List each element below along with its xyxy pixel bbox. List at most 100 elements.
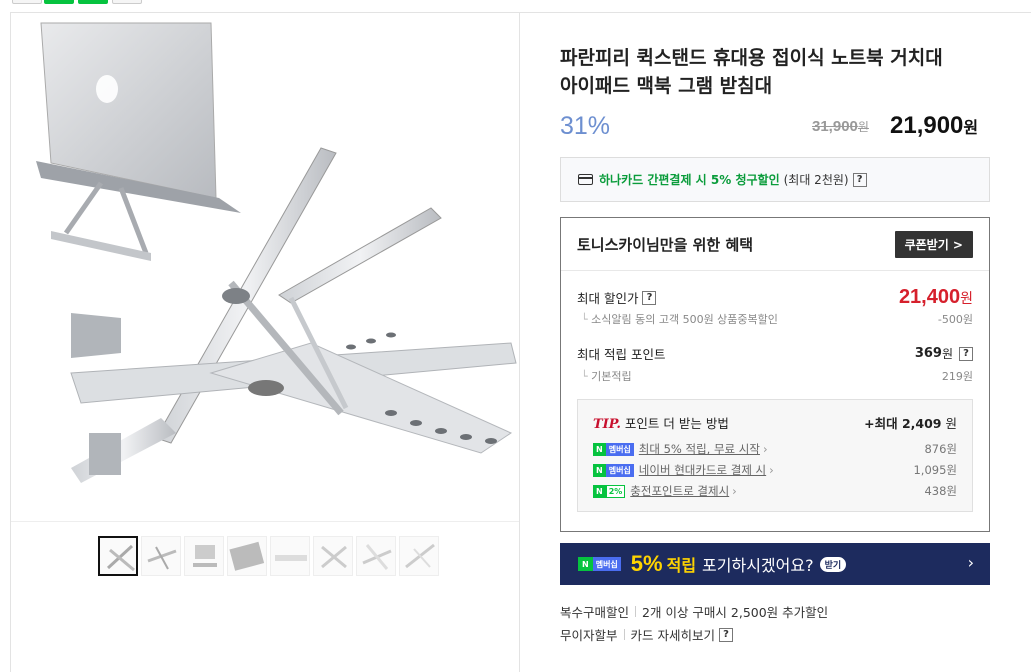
tip-row[interactable]: N 멤버십 네이버 현대카드로 결제 시 › 1,095원 bbox=[593, 462, 957, 478]
card-promo-note: (최대 2천원) bbox=[783, 173, 849, 187]
coupon-button[interactable]: 쿠폰받기 > bbox=[894, 230, 973, 258]
benefit-heading: 토니스카이님만을 위한 혜택 bbox=[577, 235, 754, 254]
chevron-right-icon: › bbox=[967, 553, 974, 572]
tip-max-value: 2,409 bbox=[901, 416, 942, 431]
sale-price-unit: 원 bbox=[963, 120, 979, 137]
benefit-header: 토니스카이님만을 위한 혜택 쿠폰받기 > bbox=[561, 218, 989, 271]
bulk-discount-row: 복수구매할인 2개 이상 구매시 2,500원 추가할인 bbox=[560, 602, 828, 621]
installment-help-icon[interactable]: ? bbox=[719, 627, 733, 642]
original-price-value: 31,900 bbox=[812, 118, 858, 135]
max-price: 21,400원 bbox=[899, 286, 973, 309]
separator bbox=[623, 629, 625, 640]
badge-n: N bbox=[593, 463, 606, 477]
points-row: 최대 적립 포인트 369 원 ? bbox=[577, 344, 973, 363]
tip-row-text[interactable]: 최대 5% 적립, 무료 시작 bbox=[639, 441, 760, 457]
tip-heading: TIP. 포인트 더 받는 방법 bbox=[593, 413, 729, 432]
separator bbox=[635, 606, 637, 617]
thumbnail-6[interactable] bbox=[313, 536, 353, 576]
points: 369 원 ? bbox=[915, 345, 973, 362]
badge-membership: 멤버십 bbox=[605, 463, 634, 477]
banner-get-pill: 받기 bbox=[819, 556, 847, 572]
max-price-sub-label: 소식알림 동의 고객 500원 상품중복할인 bbox=[581, 311, 778, 327]
points-sub-value: 219원 bbox=[941, 370, 973, 383]
banner-percent: 5% bbox=[630, 551, 663, 576]
benefit-box: 토니스카이님만을 위한 혜택 쿠폰받기 > 최대 할인가 ? 21,400원 소… bbox=[560, 217, 990, 532]
chevron-right-icon: › bbox=[732, 484, 737, 498]
original-price-unit: 원 bbox=[857, 120, 869, 134]
original-price: 31,900원 bbox=[812, 118, 869, 135]
tip-row-value: 876원 bbox=[924, 442, 957, 456]
banner-accrual: 적립 bbox=[666, 556, 697, 575]
max-price-sub-row: 소식알림 동의 고객 500원 상품중복할인 -500원 bbox=[581, 311, 973, 327]
tip-box: TIP. 포인트 더 받는 방법 +최대 2,409 원 N 멤버십 최대 5% 적… bbox=[577, 399, 973, 512]
panel-divider bbox=[519, 12, 520, 672]
badge-membership: 멤버십 bbox=[592, 557, 621, 571]
max-price-unit: 원 bbox=[960, 290, 973, 306]
card-promo-box: 하나카드 간편결제 시 5% 청구할인 (최대 2천원) ? bbox=[560, 157, 990, 202]
installment-row: 무이자할부 카드 자세히보기 ? bbox=[560, 625, 733, 644]
naver-membership-badge: N 멤버십 bbox=[593, 463, 634, 477]
thumbnail-5[interactable] bbox=[270, 536, 310, 576]
card-details-link[interactable]: 카드 자세히보기 bbox=[631, 625, 715, 644]
naver-membership-badge: N 멤버십 bbox=[578, 557, 621, 571]
thumbs-divider bbox=[11, 521, 519, 522]
badge-n: N bbox=[578, 557, 593, 571]
chevron-right-icon: › bbox=[769, 463, 774, 477]
discount-rate: 31% bbox=[560, 112, 611, 140]
top-thumbnail-strip bbox=[0, 0, 1031, 8]
membership-banner[interactable]: N 멤버십 5% 적립 포기하시겠어요? 받기 › bbox=[560, 543, 990, 585]
main-product-image[interactable] bbox=[11, 13, 519, 521]
badge-n: N bbox=[593, 442, 606, 456]
top-tab[interactable] bbox=[112, 0, 142, 4]
top-tab[interactable] bbox=[44, 0, 74, 4]
banner-question: 포기하시겠어요? bbox=[702, 556, 814, 575]
points-help-icon[interactable]: ? bbox=[959, 346, 973, 361]
card-promo-text: 하나카드 간편결제 시 5% 청구할인 bbox=[599, 173, 780, 187]
tip-row-left: N 멤버십 네이버 현대카드로 결제 시 › bbox=[593, 462, 774, 478]
badge-n: N bbox=[593, 484, 606, 498]
max-price-sub-value: -500원 bbox=[937, 313, 973, 326]
thumbnail-8[interactable] bbox=[399, 536, 439, 576]
tip-max-prefix: +최대 bbox=[864, 416, 902, 431]
tip-max-unit: 원 bbox=[941, 416, 957, 431]
tip-row-text[interactable]: 네이버 현대카드로 결제 시 bbox=[639, 462, 766, 478]
max-price-value: 21,400 bbox=[898, 286, 961, 308]
tip-row-text[interactable]: 충전포인트로 결제시 bbox=[630, 483, 729, 499]
points-sub-label: 기본적립 bbox=[581, 368, 631, 384]
tip-row-value: 438원 bbox=[924, 484, 957, 498]
points-label: 최대 적립 포인트 bbox=[577, 347, 666, 362]
product-title-line1: 파란피리 퀵스탠드 휴대용 접이식 노트북 거치대 bbox=[560, 47, 943, 69]
naver-pay-point-badge: N 2% bbox=[593, 484, 626, 498]
tip-row-left: N 멤버십 최대 5% 적립, 무료 시작 › bbox=[593, 441, 768, 457]
thumbnail-1[interactable] bbox=[98, 536, 138, 576]
top-tab[interactable] bbox=[78, 0, 108, 4]
points-sub-row: 기본적립 219원 bbox=[581, 368, 973, 384]
max-price-help-icon[interactable]: ? bbox=[642, 290, 657, 305]
chevron-right-icon: › bbox=[762, 442, 768, 456]
tip-max: +최대 2,409 원 bbox=[864, 413, 957, 432]
tip-word: TIP. bbox=[593, 417, 621, 432]
top-tab[interactable] bbox=[12, 0, 42, 4]
installment-label: 무이자할부 bbox=[560, 628, 618, 643]
tip-row[interactable]: N 2% 충전포인트로 결제시 › 438원 bbox=[593, 483, 957, 499]
thumbnail-list bbox=[98, 536, 439, 576]
thumbnail-4[interactable] bbox=[227, 536, 267, 576]
tip-row-value: 1,095원 bbox=[913, 463, 957, 477]
points-unit: 원 bbox=[941, 347, 953, 361]
max-price-label: 최대 할인가 ? bbox=[577, 288, 657, 307]
tip-header: TIP. 포인트 더 받는 방법 +최대 2,409 원 bbox=[593, 413, 957, 432]
max-price-label-text: 최대 할인가 bbox=[577, 291, 639, 306]
sale-price: 21,900원 bbox=[890, 112, 978, 140]
thumbnail-3[interactable] bbox=[184, 536, 224, 576]
bulk-discount-text: 2개 이상 구매시 2,500원 추가할인 bbox=[642, 605, 829, 620]
tip-row-left: N 2% 충전포인트로 결제시 › bbox=[593, 483, 737, 499]
max-price-row: 최대 할인가 ? 21,400원 bbox=[577, 286, 973, 309]
thumbnail-7[interactable] bbox=[356, 536, 396, 576]
badge-membership: 멤버십 bbox=[605, 442, 634, 456]
card-promo-help-icon[interactable]: ? bbox=[852, 172, 867, 187]
naver-membership-badge: N 멤버십 bbox=[593, 442, 634, 456]
tip-row[interactable]: N 멤버십 최대 5% 적립, 무료 시작 › 876원 bbox=[593, 441, 957, 457]
product-title: 파란피리 퀵스탠드 휴대용 접이식 노트북 거치대 아이패드 맥북 그램 받침대 bbox=[560, 44, 1000, 100]
thumbnail-2[interactable] bbox=[141, 536, 181, 576]
product-title-line2: 아이패드 맥북 그램 받침대 bbox=[560, 75, 773, 97]
